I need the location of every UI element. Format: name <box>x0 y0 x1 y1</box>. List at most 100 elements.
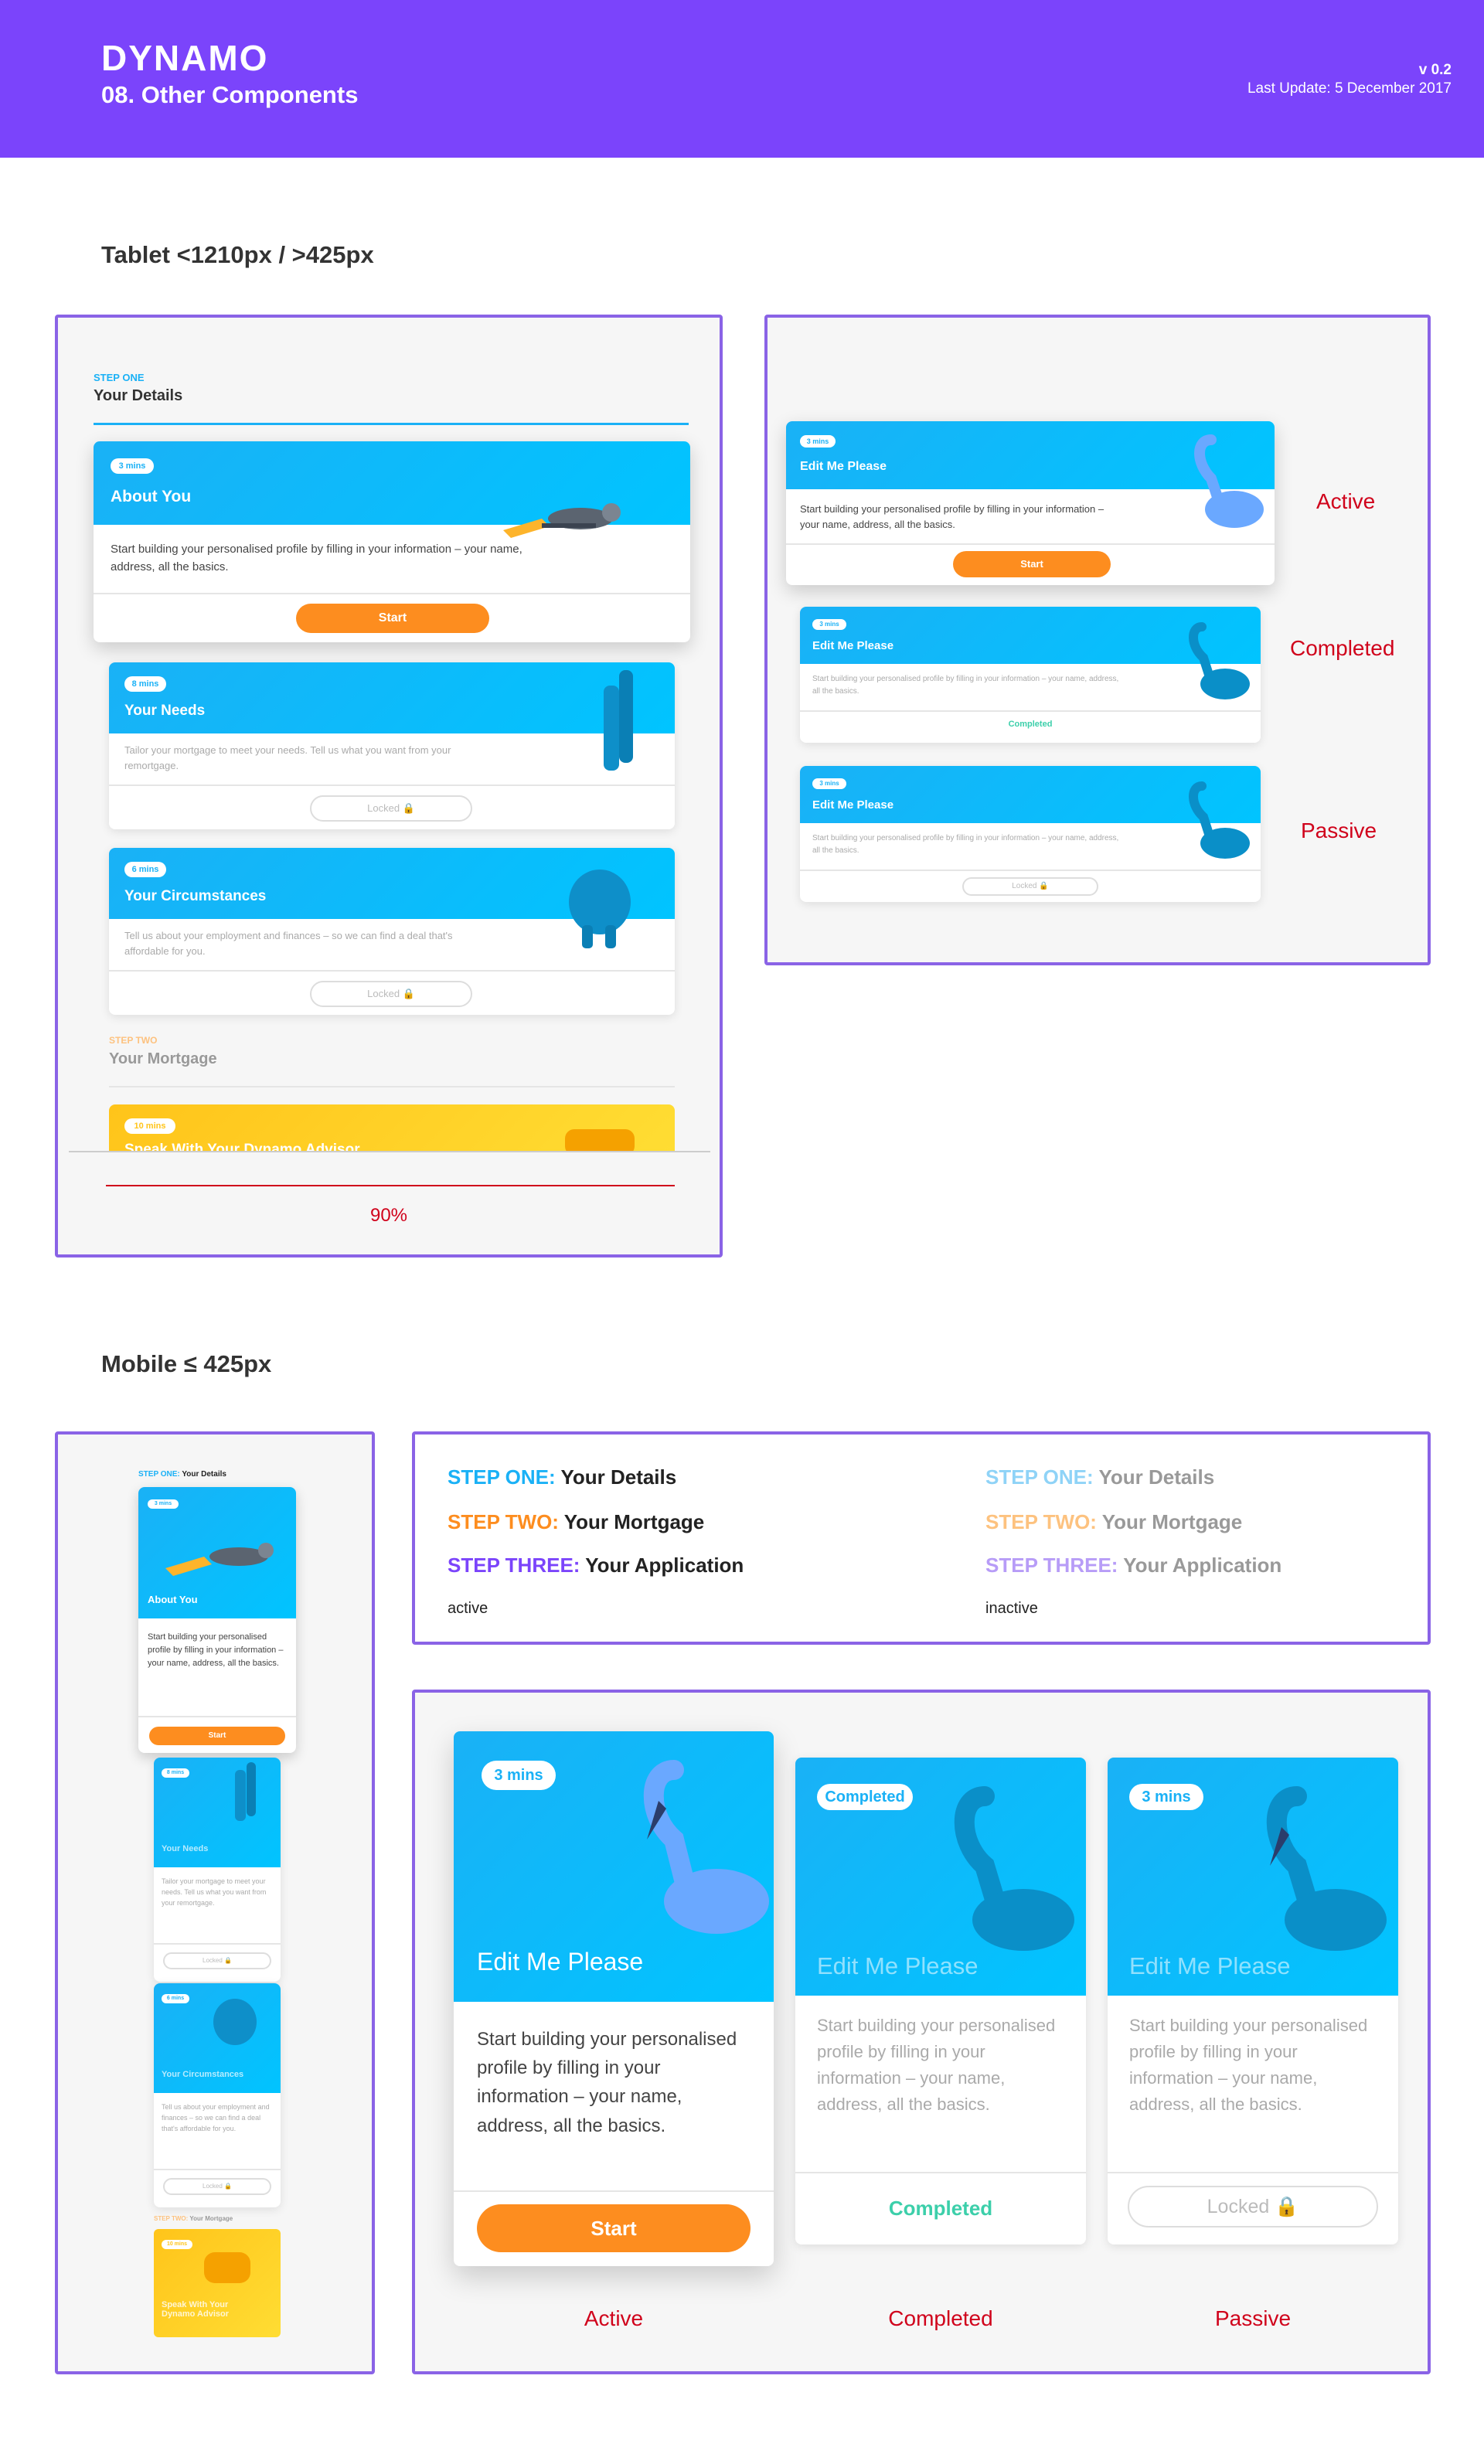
mobile-variant-card-passive[interactable]: 3 mins Edit Me Please Start building you… <box>1108 1758 1398 2244</box>
locked-button[interactable]: Locked 🔒 <box>1128 2186 1378 2227</box>
card-title: Speak With Your Dynamo Advisor <box>124 1142 360 1151</box>
pepper-mill-icon <box>235 1762 256 1821</box>
card-header: 8 mins Your Needs <box>154 1758 281 1867</box>
mobile-card-about-you[interactable]: 3 mins About You Start building your per… <box>138 1487 296 1753</box>
card-title: Your Circumstances <box>162 2070 244 2079</box>
card-description: Start building your personalised profile… <box>812 675 1119 696</box>
card-divider <box>786 543 1275 545</box>
step-tag: STEP TWO: <box>985 1510 1097 1533</box>
state-label-passive: Passive <box>1301 818 1377 842</box>
inactive-step-three: STEP THREE: Your Application <box>985 1554 1281 1577</box>
keys-icon <box>503 503 621 538</box>
card-header: 3 mins About You <box>94 441 690 538</box>
step-tag: STEP ONE: <box>138 1470 180 1479</box>
active-step-two: STEP TWO: Your Mortgage <box>448 1510 704 1534</box>
step-one-title: Your Details <box>94 387 183 404</box>
locked-label: Locked <box>203 1957 223 1964</box>
keys-icon <box>165 1543 274 1576</box>
card-header: 3 mins Edit Me Please <box>786 421 1275 528</box>
card-divider <box>154 2169 281 2170</box>
card-header: 3 mins Edit Me Please <box>800 607 1261 699</box>
active-step-one: STEP ONE: Your Details <box>448 1465 676 1489</box>
width-percent-label: 90% <box>369 1205 408 1226</box>
duration-badge: 3 mins <box>111 458 154 474</box>
step-title: Your Mortgage <box>189 2215 233 2222</box>
variant-card-passive[interactable]: 3 mins Edit Me Please Start building you… <box>800 766 1261 902</box>
step-tag: STEP TWO: <box>448 1510 559 1533</box>
card-divider <box>154 1943 281 1945</box>
mobile-card-your-circumstances[interactable]: 6 mins Your Circumstances Tell us about … <box>154 1983 281 2207</box>
start-button[interactable]: Start <box>296 604 489 633</box>
duration-badge: 3 mins <box>482 1761 556 1790</box>
start-button[interactable]: Start <box>953 551 1111 577</box>
step-divider <box>109 1086 675 1087</box>
page-title: 08. Other Components <box>101 81 359 108</box>
tablet-frame-steps: STEP ONE Your Details 3 mins About You S… <box>55 315 723 1258</box>
locked-button[interactable]: Locked 🔒 <box>310 981 472 1007</box>
step-tag: STEP THREE: <box>448 1554 580 1577</box>
piggy-bank-icon <box>569 870 631 948</box>
card-description: Tell us about your employment and financ… <box>124 930 453 958</box>
state-label-active: Active <box>584 2306 644 2330</box>
locked-button[interactable]: Locked 🔒 <box>163 1952 271 1969</box>
lock-icon: 🔒 <box>1275 2196 1299 2217</box>
locked-label: Locked <box>1207 2196 1270 2217</box>
card-divider <box>454 2190 774 2192</box>
swan-icon <box>1189 781 1250 859</box>
duration-badge: 3 mins <box>1129 1784 1203 1810</box>
card-your-circumstances[interactable]: 6 mins Your Circumstances Tell us about … <box>109 848 675 1015</box>
step-tag: STEP TWO: <box>154 2215 189 2222</box>
inactive-step-two: STEP TWO: Your Mortgage <box>985 1510 1242 1534</box>
card-title: Edit Me Please <box>1129 1952 1291 1979</box>
phone-icon <box>204 2252 250 2283</box>
card-description: Start building your personalised profile… <box>817 2016 1056 2115</box>
locked-button[interactable]: Locked 🔒 <box>962 877 1098 896</box>
mobile-variant-card-active[interactable]: 3 mins Edit Me Please Start building you… <box>454 1731 774 2266</box>
card-divider <box>109 970 675 972</box>
swan-icon <box>643 1760 769 1934</box>
locked-button[interactable]: Locked 🔒 <box>310 795 472 822</box>
start-button[interactable]: Start <box>149 1727 285 1745</box>
card-your-needs[interactable]: 8 mins Your Needs Tailor your mortgage t… <box>109 662 675 829</box>
mobile-step-heading: STEP ONE: Your Details <box>138 1470 226 1479</box>
step-title: Your Details <box>182 1470 226 1479</box>
card-description: Start building your personalised profile… <box>812 834 1119 855</box>
mobile-section-title: Mobile ≤ 425px <box>101 1350 272 1377</box>
card-title: Edit Me Please <box>477 1948 644 1976</box>
locked-label: Locked <box>367 988 400 999</box>
card-title: Your Needs <box>162 1844 209 1853</box>
phone-icon <box>565 1129 635 1151</box>
card-title: Edit Me Please <box>812 798 894 812</box>
state-label-active: Active <box>1316 489 1376 513</box>
mobile-variants-frame: 3 mins Edit Me Please Start building you… <box>412 1690 1431 2374</box>
state-label-completed: Completed <box>888 2306 993 2330</box>
mobile-card-speak-with-advisor[interactable]: 10 mins Speak With Your Dynamo Advisor <box>154 2229 281 2337</box>
card-title: Edit Me Please <box>817 1952 979 1979</box>
start-button[interactable]: Start <box>477 2204 751 2252</box>
card-header: 6 mins Your Circumstances <box>109 848 675 948</box>
tablet-frame-variants: 3 mins Edit Me Please Start building you… <box>764 315 1431 965</box>
mobile-card-your-needs[interactable]: 8 mins Your Needs Tailor your mortgage t… <box>154 1758 281 1982</box>
duration-badge: 10 mins <box>162 2240 192 2249</box>
completed-label: Completed <box>1008 720 1053 729</box>
locked-button[interactable]: Locked 🔒 <box>163 2178 271 2195</box>
locked-label: Locked <box>203 2183 223 2190</box>
variant-card-completed[interactable]: 3 mins Edit Me Please Start building you… <box>800 607 1261 743</box>
brand-logo: DYNAMO <box>101 38 269 78</box>
mobile-frame-steps: STEP ONE: Your Details 3 mins About You … <box>55 1431 375 2374</box>
card-about-you[interactable]: 3 mins About You Start building your per… <box>94 441 690 642</box>
active-step-three: STEP THREE: Your Application <box>448 1554 744 1577</box>
mobile-variant-card-completed[interactable]: Completed Edit Me Please Start building … <box>795 1758 1086 2244</box>
card-speak-with-advisor[interactable]: 10 mins Speak With Your Dynamo Advisor <box>109 1104 675 1151</box>
locked-label: Locked <box>367 802 400 814</box>
lock-icon: 🔒 <box>1039 882 1049 890</box>
card-description: Start building your personalised profile… <box>477 2029 737 2136</box>
swan-icon <box>1194 434 1264 528</box>
variant-card-active[interactable]: 3 mins Edit Me Please Start building you… <box>786 421 1275 585</box>
step-two-tag: STEP TWO <box>109 1035 158 1046</box>
step-tag: STEP ONE: <box>448 1465 556 1489</box>
card-title: Edit Me Please <box>812 639 894 652</box>
card-divider <box>795 2172 1086 2173</box>
card-description: Tell us about your employment and financ… <box>162 2103 270 2132</box>
card-title: About You <box>111 488 192 505</box>
